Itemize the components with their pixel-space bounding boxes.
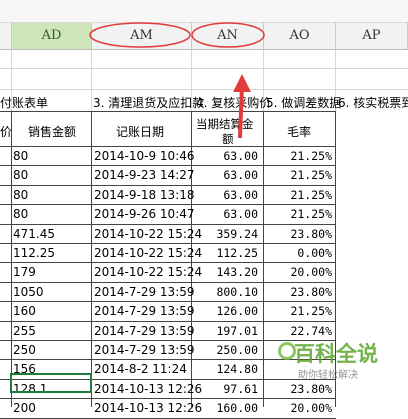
red-arrow-head — [233, 74, 251, 92]
watermark-title: 百科全说 — [294, 342, 378, 366]
red-arrow-shaft — [238, 83, 244, 139]
red-ellipse-an — [191, 22, 265, 48]
watermark-subtitle: 助你轻松解决 — [298, 370, 358, 381]
watermark: 百科全说 助你轻松解决 — [278, 338, 390, 382]
red-ellipse-am — [89, 22, 191, 48]
